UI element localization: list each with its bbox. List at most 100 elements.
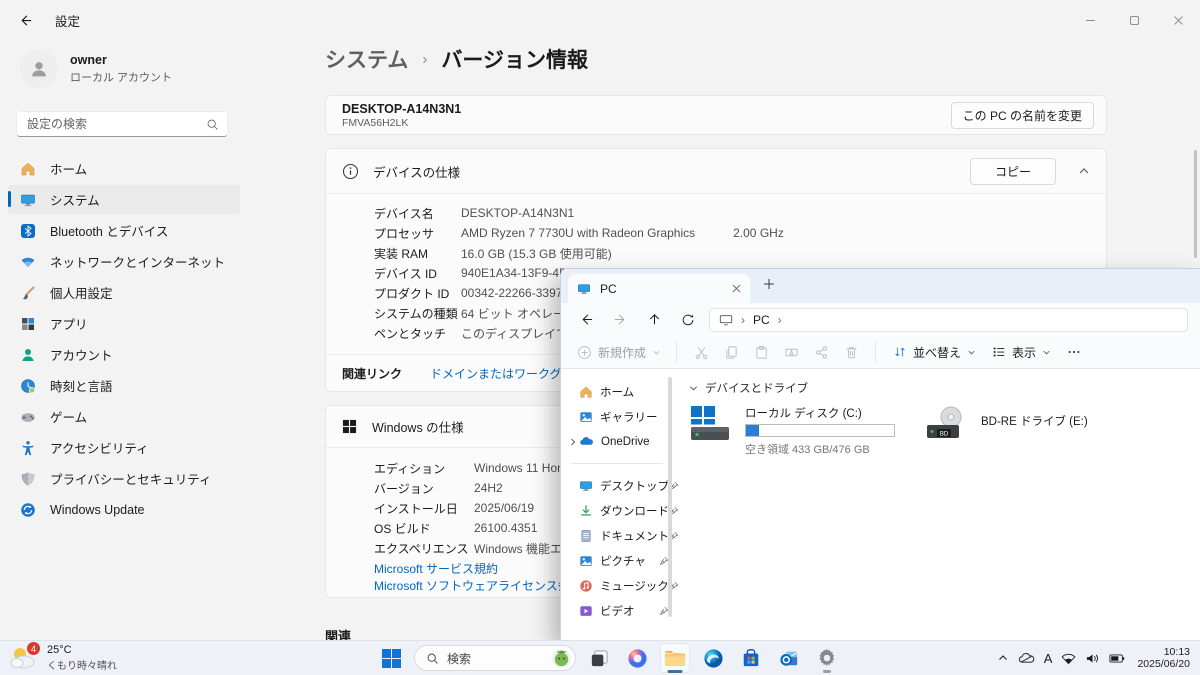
drive-e-item[interactable]: BD BD-RE ドライブ (E:) (925, 405, 1088, 445)
store-button[interactable] (736, 643, 766, 673)
device-spec-header[interactable]: デバイスの仕様 コピー (326, 149, 1106, 194)
new-tab-icon[interactable] (763, 278, 775, 290)
sidebar-item-gaming[interactable]: ゲーム (8, 402, 240, 431)
bd-drive-icon: BD (925, 405, 971, 445)
ime-indicator[interactable]: A (1044, 651, 1053, 666)
nav-back-icon[interactable] (569, 306, 603, 334)
copy-button[interactable]: コピー (970, 158, 1056, 185)
sidebar-item-onedrive[interactable]: OneDrive (561, 429, 673, 454)
address-crumb-pc[interactable]: PC (753, 313, 770, 327)
settings-scrollbar[interactable] (1194, 150, 1197, 258)
nav-up-icon[interactable] (637, 306, 671, 334)
search-icon (206, 118, 219, 131)
task-view-button[interactable] (584, 643, 614, 673)
expand-chevron-icon[interactable] (569, 438, 579, 446)
copilot-button[interactable] (622, 643, 652, 673)
settings-search[interactable] (16, 111, 228, 137)
sidebar-item-apps[interactable]: アプリ (8, 309, 240, 338)
device-name-card: DESKTOP-A14N3N1 FMVA56H2LK この PC の名前を変更 (325, 95, 1107, 135)
explorer-tab-pc[interactable]: PC (568, 274, 750, 303)
rename-pc-button[interactable]: この PC の名前を変更 (951, 102, 1094, 129)
battery-tray-icon[interactable] (1109, 653, 1125, 664)
weather-widget[interactable]: 4 25°C くもり時々晴れ (8, 644, 117, 672)
more-options-icon[interactable] (1059, 338, 1089, 366)
sidebar-item-gallery[interactable]: ギャラリー (561, 404, 673, 429)
sidebar-item-videos[interactable]: ビデオ (561, 598, 673, 623)
view-button[interactable]: 表示 (984, 344, 1059, 361)
sidebar-item-time-language[interactable]: 時刻と言語 (8, 371, 240, 400)
settings-search-input[interactable] (27, 117, 206, 131)
tab-close-icon[interactable] (732, 284, 741, 293)
sidebar-item-system[interactable]: システム (8, 185, 240, 214)
sidebar-item-network-internet[interactable]: ネットワークとインターネット (8, 247, 240, 276)
sidebar-item-privacy-security[interactable]: プライバシーとセキュリティ (8, 464, 240, 493)
rename-icon[interactable] (776, 338, 806, 366)
drive-c-usage-fill (746, 425, 759, 436)
search-highlight-icon[interactable] (551, 648, 572, 669)
videos-icon (579, 604, 593, 618)
explorer-tabstrip: PC (561, 269, 1200, 303)
settings-nav: ホーム システム Bluetooth とデバイス ネットワークとインターネット … (0, 152, 300, 526)
sidebar-item-home[interactable]: ホーム (561, 379, 673, 404)
file-explorer-button[interactable] (660, 643, 690, 673)
copy-icon[interactable] (716, 338, 746, 366)
address-bar[interactable]: › PC › (709, 308, 1188, 332)
new-item-button[interactable]: 新規作成 (571, 344, 667, 361)
paste-icon[interactable] (746, 338, 776, 366)
settings-titlebar: 設定 (0, 0, 1200, 40)
drive-e-name: BD-RE ドライブ (E:) (981, 413, 1088, 445)
nav-forward-icon[interactable] (603, 306, 637, 334)
refresh-icon[interactable] (671, 306, 705, 334)
breadcrumb-separator-icon: › (422, 51, 427, 68)
settings-button[interactable] (812, 643, 842, 673)
taskbar-search[interactable]: 検索 (414, 645, 576, 671)
local-disk-icon (689, 405, 735, 445)
weather-condition: くもり時々晴れ (47, 657, 117, 672)
sidebar-item-personalization[interactable]: 個人用設定 (8, 278, 240, 307)
maximize-button[interactable] (1112, 0, 1156, 40)
drive-c-name: ローカル ディスク (C:) (745, 405, 895, 421)
wifi-tray-icon[interactable] (1061, 652, 1076, 665)
cut-icon[interactable] (686, 338, 716, 366)
gamepad-icon (20, 409, 36, 425)
clock[interactable]: 10:13 2025/06/20 (1137, 646, 1190, 670)
drive-c-item[interactable]: ローカル ディスク (C:) 空き領域 433 GB/476 GB (689, 405, 895, 457)
explorer-sidebar: ホーム ギャラリー OneDrive デスクトップ (561, 369, 673, 640)
sidebar-item-desktop[interactable]: デスクトップ (561, 473, 673, 498)
sort-button[interactable]: 並べ替え (885, 344, 984, 361)
taskbar: 4 25°C くもり時々晴れ 検索 A 10:13 2025/06/20 (0, 640, 1200, 675)
close-button[interactable] (1156, 0, 1200, 40)
address-chevron-icon: › (778, 313, 782, 327)
sidebar-item-pictures[interactable]: ピクチャ (561, 548, 673, 573)
tray-chevron-icon[interactable] (997, 652, 1009, 664)
start-button[interactable] (376, 643, 406, 673)
svg-text:BD: BD (940, 432, 949, 438)
outlook-button[interactable] (774, 643, 804, 673)
device-spec-title: デバイスの仕様 (373, 162, 460, 181)
divider (676, 342, 677, 362)
sidebar-item-bluetooth-devices[interactable]: Bluetooth とデバイス (8, 216, 240, 245)
tray-date: 2025/06/20 (1137, 658, 1190, 670)
share-icon[interactable] (806, 338, 836, 366)
sidebar-item-music[interactable]: ミュージック (561, 573, 673, 598)
device-name: DESKTOP-A14N3N1 (342, 102, 461, 116)
delete-icon[interactable] (836, 338, 866, 366)
edge-button[interactable] (698, 643, 728, 673)
sidebar-item-downloads[interactable]: ダウンロード (561, 498, 673, 523)
sidebar-item-home[interactable]: ホーム (8, 154, 240, 183)
account-summary[interactable]: owner ローカル アカウント (20, 50, 172, 88)
onedrive-tray-icon[interactable] (1018, 650, 1035, 667)
chevron-up-icon[interactable] (1078, 165, 1090, 177)
drives-group-header[interactable]: デバイスとドライブ (689, 380, 1200, 396)
sidebar-item-accessibility[interactable]: アクセシビリティ (8, 433, 240, 462)
sidebar-item-windows-update[interactable]: Windows Update (8, 495, 240, 524)
minimize-button[interactable] (1068, 0, 1112, 40)
sidebar-item-accounts[interactable]: アカウント (8, 340, 240, 369)
windows-spec-title: Windows の仕様 (372, 417, 464, 436)
breadcrumb-parent[interactable]: システム (325, 44, 408, 74)
back-icon[interactable] (18, 13, 33, 28)
volume-tray-icon[interactable] (1085, 652, 1100, 665)
sidebar-item-documents[interactable]: ドキュメント (561, 523, 673, 548)
gallery-icon (579, 410, 593, 424)
sidebar-scrollbar[interactable] (668, 377, 672, 617)
